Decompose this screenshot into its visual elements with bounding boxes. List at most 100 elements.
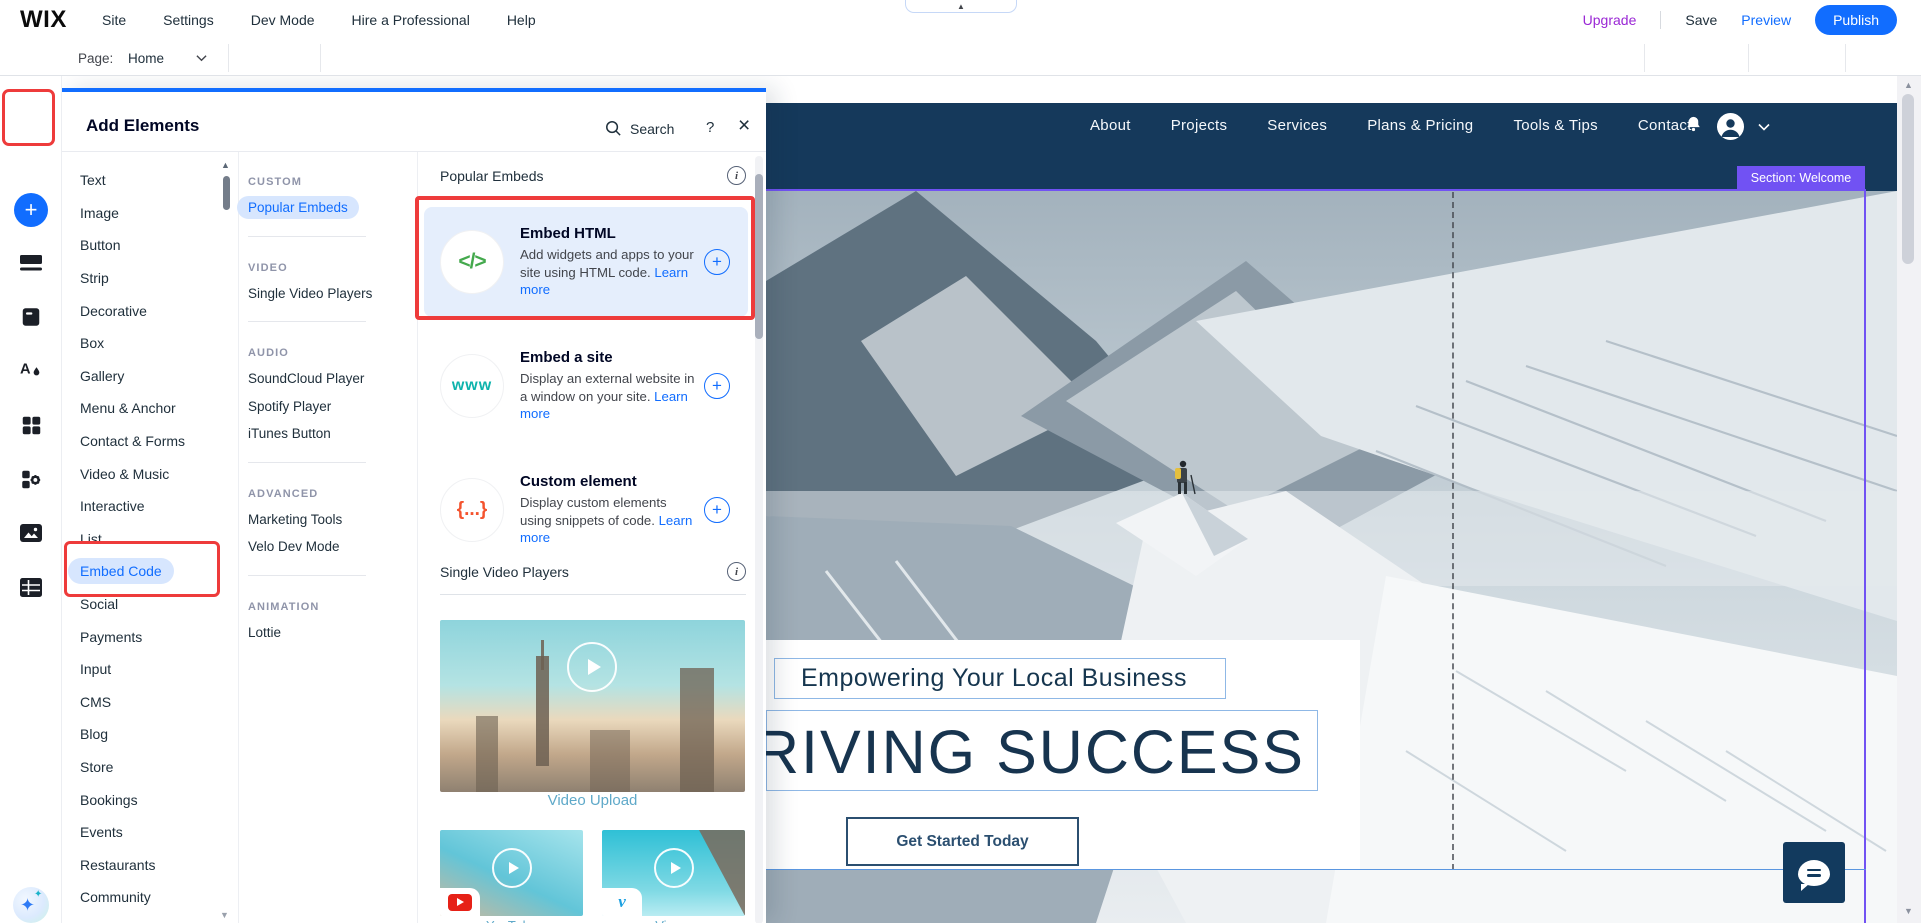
help-button[interactable]: ?: [706, 119, 714, 136]
category-item[interactable]: Input: [62, 653, 228, 686]
subcategory-item[interactable]: iTunes Button: [248, 420, 400, 448]
category-item[interactable]: Community: [62, 881, 228, 914]
category-item[interactable]: Gallery: [62, 360, 228, 393]
preview-button[interactable]: Preview: [1741, 12, 1791, 28]
category-item[interactable]: Menu & Anchor: [62, 392, 228, 425]
category-item[interactable]: Embed Code: [62, 555, 228, 588]
topbar-menu-item[interactable]: Dev Mode: [251, 12, 315, 28]
youtube-thumbnail[interactable]: [440, 830, 583, 916]
topbar-menu-item[interactable]: Site: [102, 12, 126, 28]
panel-search[interactable]: Search: [605, 120, 674, 137]
site-nav-link[interactable]: Plans & Pricing: [1367, 117, 1473, 134]
category-item[interactable]: Contact & Forms: [62, 425, 228, 458]
ai-assistant-icon[interactable]: ✦✦: [13, 887, 49, 923]
hero-subtitle[interactable]: Empowering Your Local Business: [774, 658, 1226, 699]
category-item[interactable]: Store: [62, 751, 228, 784]
category-item[interactable]: Restaurants: [62, 848, 228, 881]
info-icon[interactable]: i: [727, 166, 746, 185]
category-item[interactable]: Bookings: [62, 783, 228, 816]
topbar-menu-item[interactable]: Help: [507, 12, 536, 28]
subcategory-item[interactable]: SoundCloud Player: [248, 365, 400, 393]
canvas-scrollbar[interactable]: ▲ ▼: [1897, 76, 1921, 923]
publish-button[interactable]: Publish: [1815, 5, 1897, 35]
embed-card[interactable]: {...} Custom element Display custom elem…: [424, 455, 748, 565]
category-item[interactable]: List: [62, 523, 228, 556]
section-badge[interactable]: Section: Welcome: [1737, 166, 1865, 190]
collapse-topbar-toggle[interactable]: ▲: [905, 0, 1017, 13]
category-item[interactable]: Video & Music: [62, 457, 228, 490]
category-item[interactable]: Social: [62, 588, 228, 621]
category-item[interactable]: Box: [62, 327, 228, 360]
chat-widget-button[interactable]: [1783, 842, 1845, 903]
subcategory-item[interactable]: Single Video Players: [248, 280, 400, 308]
app-market-icon[interactable]: [19, 413, 43, 437]
embed-card[interactable]: </> Embed HTML Add widgets and apps to y…: [424, 207, 748, 317]
scroll-down-icon[interactable]: ▼: [1904, 906, 1913, 916]
embed-card-title: Embed HTML: [520, 225, 696, 242]
scrollbar-thumb[interactable]: [1902, 94, 1914, 264]
video-upload-thumbnail[interactable]: [440, 620, 745, 792]
category-item[interactable]: Image: [62, 197, 228, 230]
subcategory-item[interactable]: [248, 448, 400, 476]
category-item[interactable]: Payments: [62, 620, 228, 653]
site-nav-link[interactable]: About: [1090, 117, 1131, 134]
section-divider: [440, 196, 746, 197]
add-elements-icon[interactable]: +: [14, 193, 48, 227]
category-item[interactable]: Strip: [62, 262, 228, 295]
subcategory-item[interactable]: [248, 222, 400, 250]
category-item[interactable]: Events: [62, 816, 228, 849]
pages-icon[interactable]: [19, 305, 43, 329]
category-item[interactable]: Text: [62, 164, 228, 197]
topbar-menu-item[interactable]: Hire a Professional: [352, 12, 470, 28]
bell-icon[interactable]: [1684, 115, 1703, 139]
category-item[interactable]: Decorative: [62, 294, 228, 327]
add-element-button[interactable]: +: [704, 497, 730, 523]
play-icon: [654, 848, 694, 888]
scroll-up-icon[interactable]: ▲: [1904, 80, 1913, 90]
site-nav-link[interactable]: Tools & Tips: [1513, 117, 1597, 134]
subcategory-item[interactable]: [248, 307, 400, 335]
close-panel-button[interactable]: ×: [738, 114, 750, 138]
topbar-menu-item[interactable]: Settings: [163, 12, 214, 28]
subcategory-item[interactable]: [248, 561, 400, 589]
chevron-down-icon[interactable]: [1758, 118, 1770, 136]
subcategory-item[interactable]: Spotify Player: [248, 393, 400, 421]
media-icon[interactable]: [19, 521, 43, 545]
category-item[interactable]: CMS: [62, 686, 228, 719]
info-icon[interactable]: i: [727, 562, 746, 581]
subcategory-item[interactable]: CUSTOM: [248, 164, 400, 194]
subcategory-item[interactable]: Lottie: [248, 619, 400, 647]
panel-scrollbar-thumb[interactable]: [755, 174, 763, 339]
subcategory-item[interactable]: ADVANCED: [248, 476, 400, 506]
category-item[interactable]: Interactive: [62, 490, 228, 523]
category-item[interactable]: Blog: [62, 718, 228, 751]
subcategory-item[interactable]: AUDIO: [248, 335, 400, 365]
vimeo-thumbnail[interactable]: v: [602, 830, 745, 916]
upgrade-link[interactable]: Upgrade: [1583, 12, 1637, 28]
chevron-down-icon[interactable]: [196, 54, 207, 62]
category-scrollbar-thumb[interactable]: [223, 176, 230, 210]
scroll-down-icon[interactable]: ▼: [220, 910, 229, 920]
subcategory-item[interactable]: Popular Embeds: [248, 194, 400, 222]
scroll-up-icon[interactable]: ▲: [221, 160, 230, 170]
site-nav-link[interactable]: Projects: [1171, 117, 1228, 134]
site-design-icon[interactable]: A: [19, 358, 43, 382]
cms-icon[interactable]: [19, 575, 43, 599]
save-button[interactable]: Save: [1685, 12, 1717, 28]
hero-title-box[interactable]: RIVING SUCCESS: [766, 710, 1318, 791]
subcategory-item[interactable]: VIDEO: [248, 250, 400, 280]
subcategory-item[interactable]: Marketing Tools: [248, 506, 400, 534]
get-started-button[interactable]: Get Started Today: [846, 817, 1079, 866]
installed-apps-icon[interactable]: [19, 467, 43, 491]
wix-logo[interactable]: WIX: [20, 6, 67, 34]
site-nav-link[interactable]: Services: [1267, 117, 1327, 134]
avatar[interactable]: [1717, 113, 1744, 140]
page-selector[interactable]: Home: [128, 51, 164, 66]
subcategory-item[interactable]: Velo Dev Mode: [248, 533, 400, 561]
add-element-button[interactable]: +: [704, 249, 730, 275]
category-item[interactable]: Button: [62, 229, 228, 262]
embed-card[interactable]: www Embed a site Display an external web…: [424, 331, 748, 441]
add-element-button[interactable]: +: [704, 373, 730, 399]
add-section-icon[interactable]: [19, 251, 43, 275]
subcategory-item[interactable]: ANIMATION: [248, 589, 400, 619]
